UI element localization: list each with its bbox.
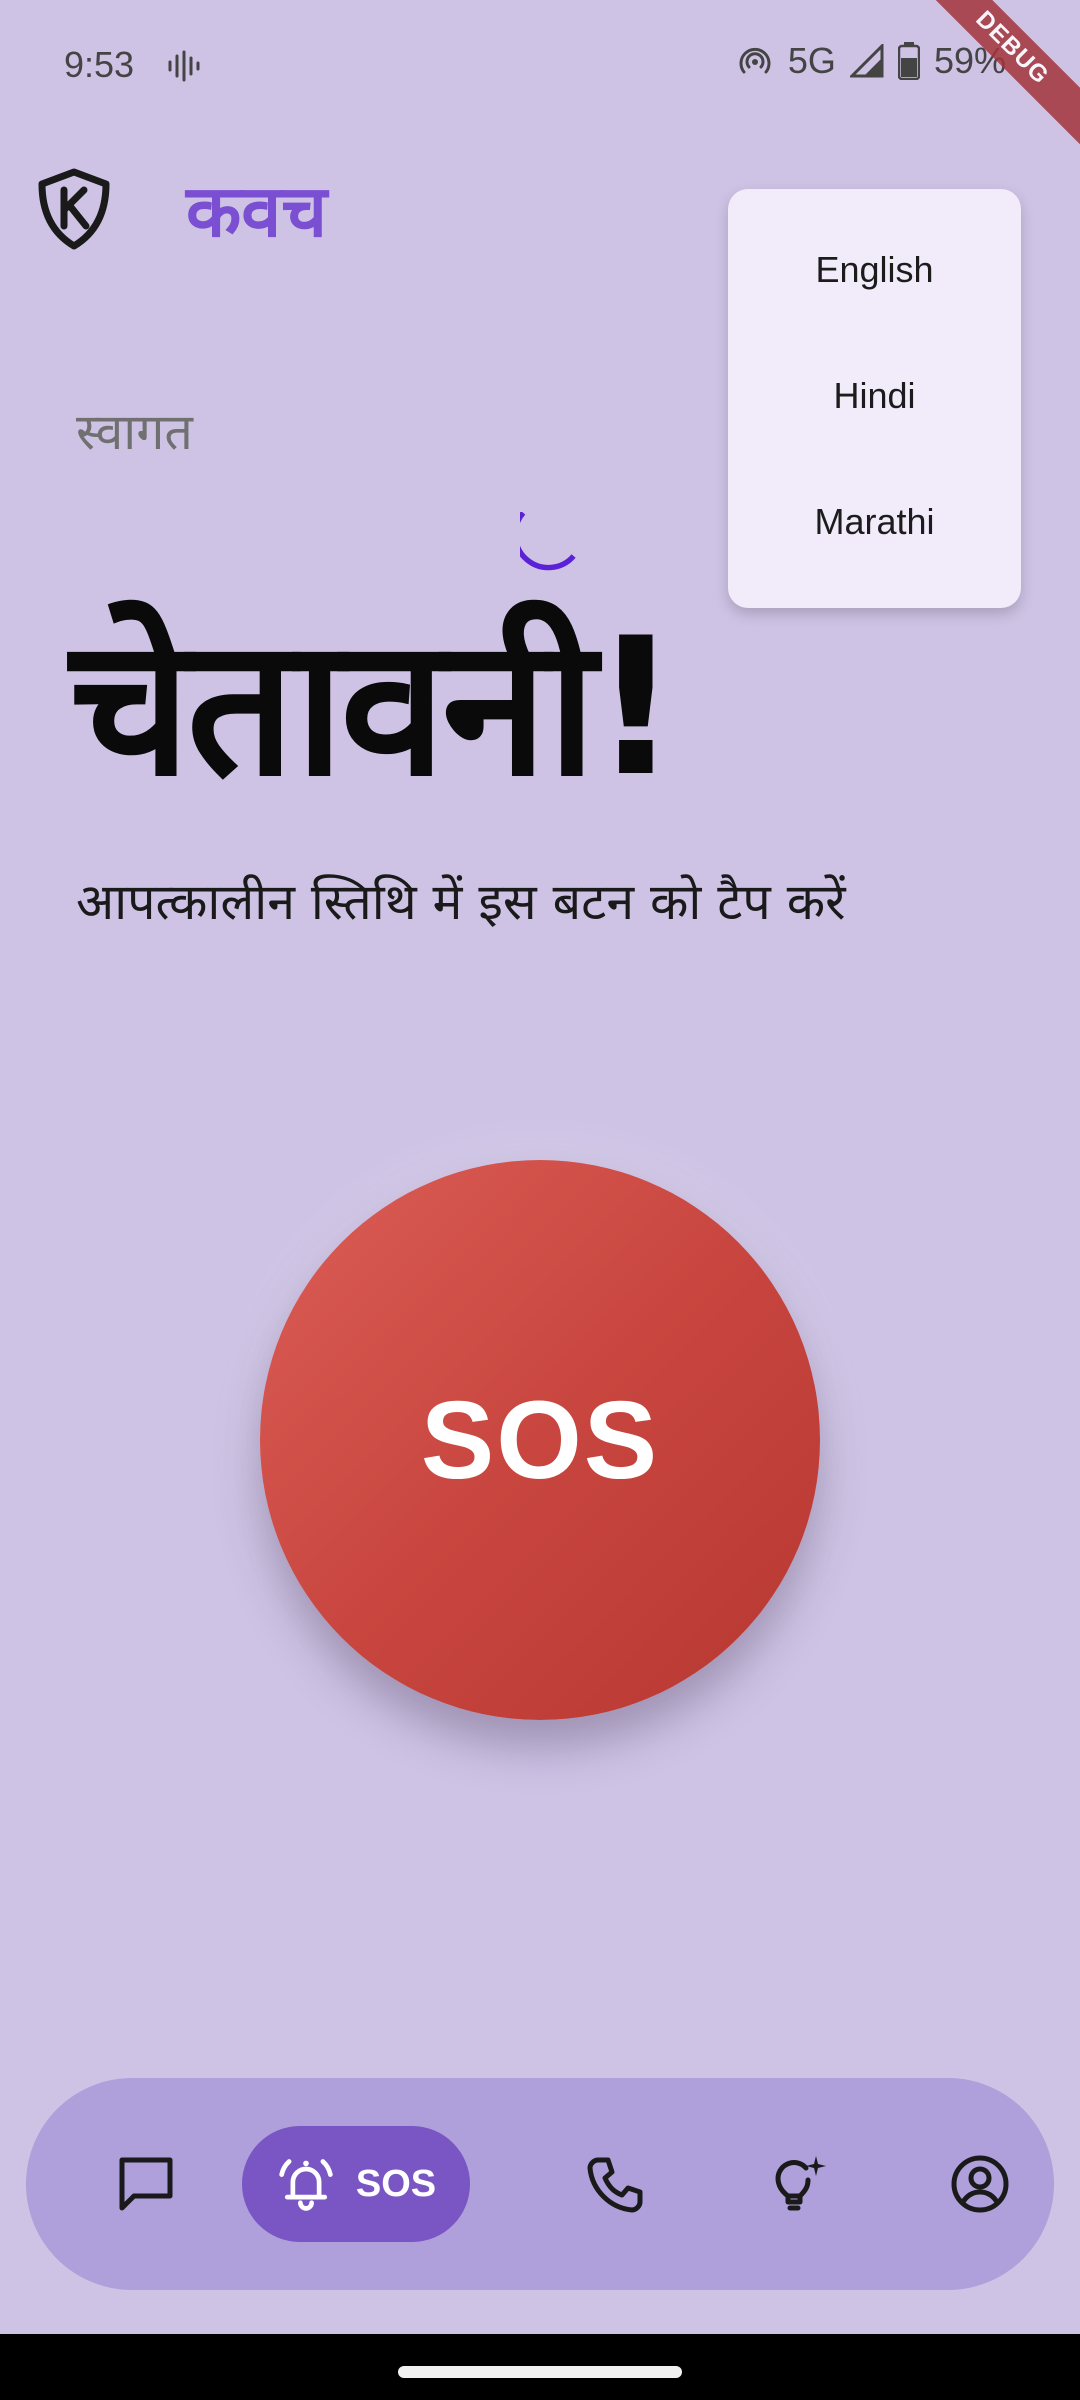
welcome-text: स्वागत xyxy=(76,403,193,461)
battery-icon xyxy=(897,42,920,80)
alarm-bell-icon xyxy=(279,2159,333,2211)
language-option-english[interactable]: English xyxy=(728,249,1021,291)
status-bar: 9:53 5G 59% xyxy=(0,0,1080,130)
phone-icon xyxy=(587,2157,643,2213)
bottom-navigation: SOS xyxy=(26,2078,1054,2290)
language-menu: English Hindi Marathi xyxy=(728,189,1021,608)
hotspot-icon xyxy=(739,47,771,74)
network-label: 5G xyxy=(787,40,836,81)
app-title: कवच xyxy=(186,169,328,253)
language-option-marathi[interactable]: Marathi xyxy=(728,501,1021,543)
nav-chat[interactable] xyxy=(86,2078,206,2290)
nav-sos[interactable]: SOS xyxy=(242,2126,470,2242)
status-time: 9:53 xyxy=(64,44,135,85)
instruction-text: आपत्कालीन स्तिथि में इस बटन को टैप करें xyxy=(76,873,846,931)
nav-profile[interactable] xyxy=(920,2078,1040,2290)
language-option-hindi[interactable]: Hindi xyxy=(728,375,1021,417)
voice-activity-icon xyxy=(168,50,200,82)
warning-headline: चेतावनी! xyxy=(70,597,679,818)
nav-sos-label: SOS xyxy=(355,2162,437,2205)
signal-icon xyxy=(849,44,884,78)
sos-button-label: SOS xyxy=(420,1378,660,1502)
lightbulb-icon xyxy=(775,2156,826,2211)
status-indicators: 5G 59% xyxy=(736,40,1006,82)
home-gesture-handle[interactable] xyxy=(398,2366,682,2378)
nav-phone[interactable] xyxy=(556,2078,676,2290)
sos-button[interactable]: SOS xyxy=(260,1160,820,1720)
profile-icon xyxy=(951,2155,1009,2213)
shield-k-icon xyxy=(38,168,110,250)
system-navigation-bar xyxy=(0,2334,1080,2400)
nav-tips[interactable] xyxy=(738,2078,858,2290)
loading-spinner-icon xyxy=(520,512,576,571)
chat-icon xyxy=(119,2157,173,2211)
